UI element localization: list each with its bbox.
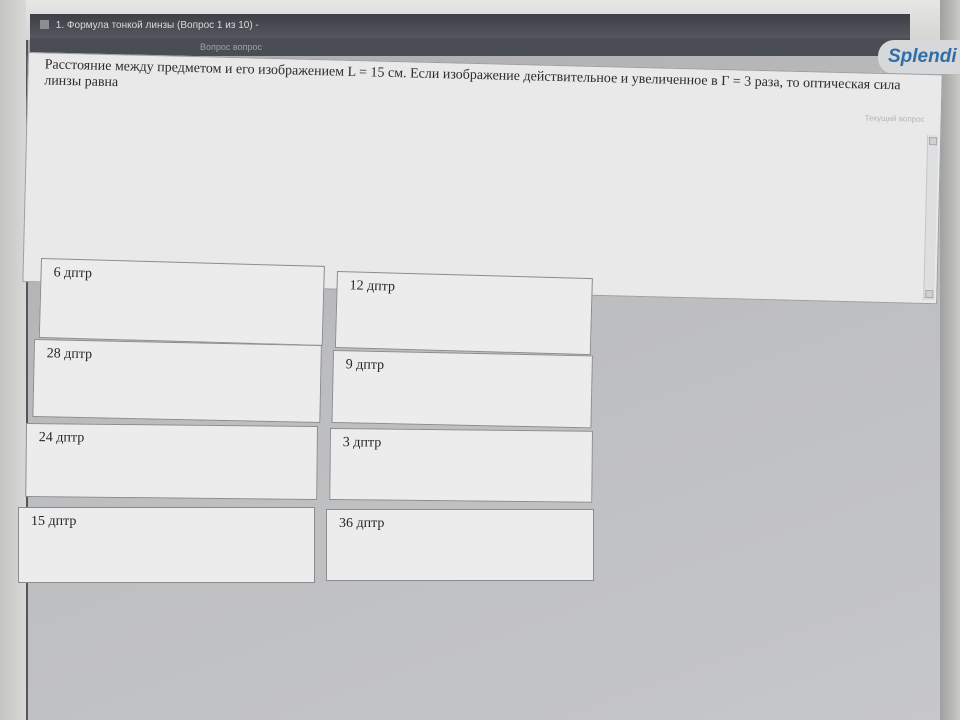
brand-logo: Splendi bbox=[878, 40, 960, 74]
brand-name: Splendi bbox=[888, 46, 957, 67]
answer-label: 9 дптр bbox=[345, 357, 385, 374]
answer-option[interactable]: 9 дптр bbox=[331, 350, 593, 429]
answer-label: 36 дптр bbox=[339, 516, 385, 531]
window-toolbar: Вопрос вопрос bbox=[30, 38, 910, 56]
answer-option[interactable]: 6 дптр bbox=[38, 258, 325, 346]
answer-label: 6 дптр bbox=[53, 265, 93, 282]
answer-label: 15 дптр bbox=[31, 514, 77, 529]
toolbar-text: Вопрос вопрос bbox=[200, 42, 262, 52]
answer-label: 24 дптр bbox=[38, 430, 85, 446]
answer-option[interactable]: 15 дптр bbox=[18, 507, 315, 583]
question-scrollbar[interactable] bbox=[923, 134, 939, 301]
question-hint: Текущий вопрос bbox=[864, 113, 925, 124]
answer-option[interactable]: 36 дптр bbox=[326, 509, 594, 581]
answer-label: 3 дптр bbox=[342, 435, 382, 451]
window-title: 1. Формула тонкой линзы (Вопрос 1 из 10)… bbox=[55, 20, 259, 31]
answer-option[interactable]: 12 дптр bbox=[334, 271, 593, 356]
answer-option[interactable]: 3 дптр bbox=[329, 428, 593, 503]
monitor-bezel-left bbox=[0, 0, 26, 720]
app-icon bbox=[40, 20, 49, 29]
monitor-bezel-right bbox=[940, 0, 960, 720]
scroll-up-icon[interactable] bbox=[928, 137, 938, 146]
window-titlebar: 1. Формула тонкой линзы (Вопрос 1 из 10)… bbox=[30, 14, 910, 38]
answer-option[interactable]: 28 дптр bbox=[32, 339, 322, 424]
scroll-down-icon[interactable] bbox=[925, 289, 934, 299]
answer-label: 28 дптр bbox=[46, 346, 93, 363]
answer-label: 12 дптр bbox=[349, 278, 396, 295]
answer-option[interactable]: 24 дптр bbox=[25, 423, 318, 501]
